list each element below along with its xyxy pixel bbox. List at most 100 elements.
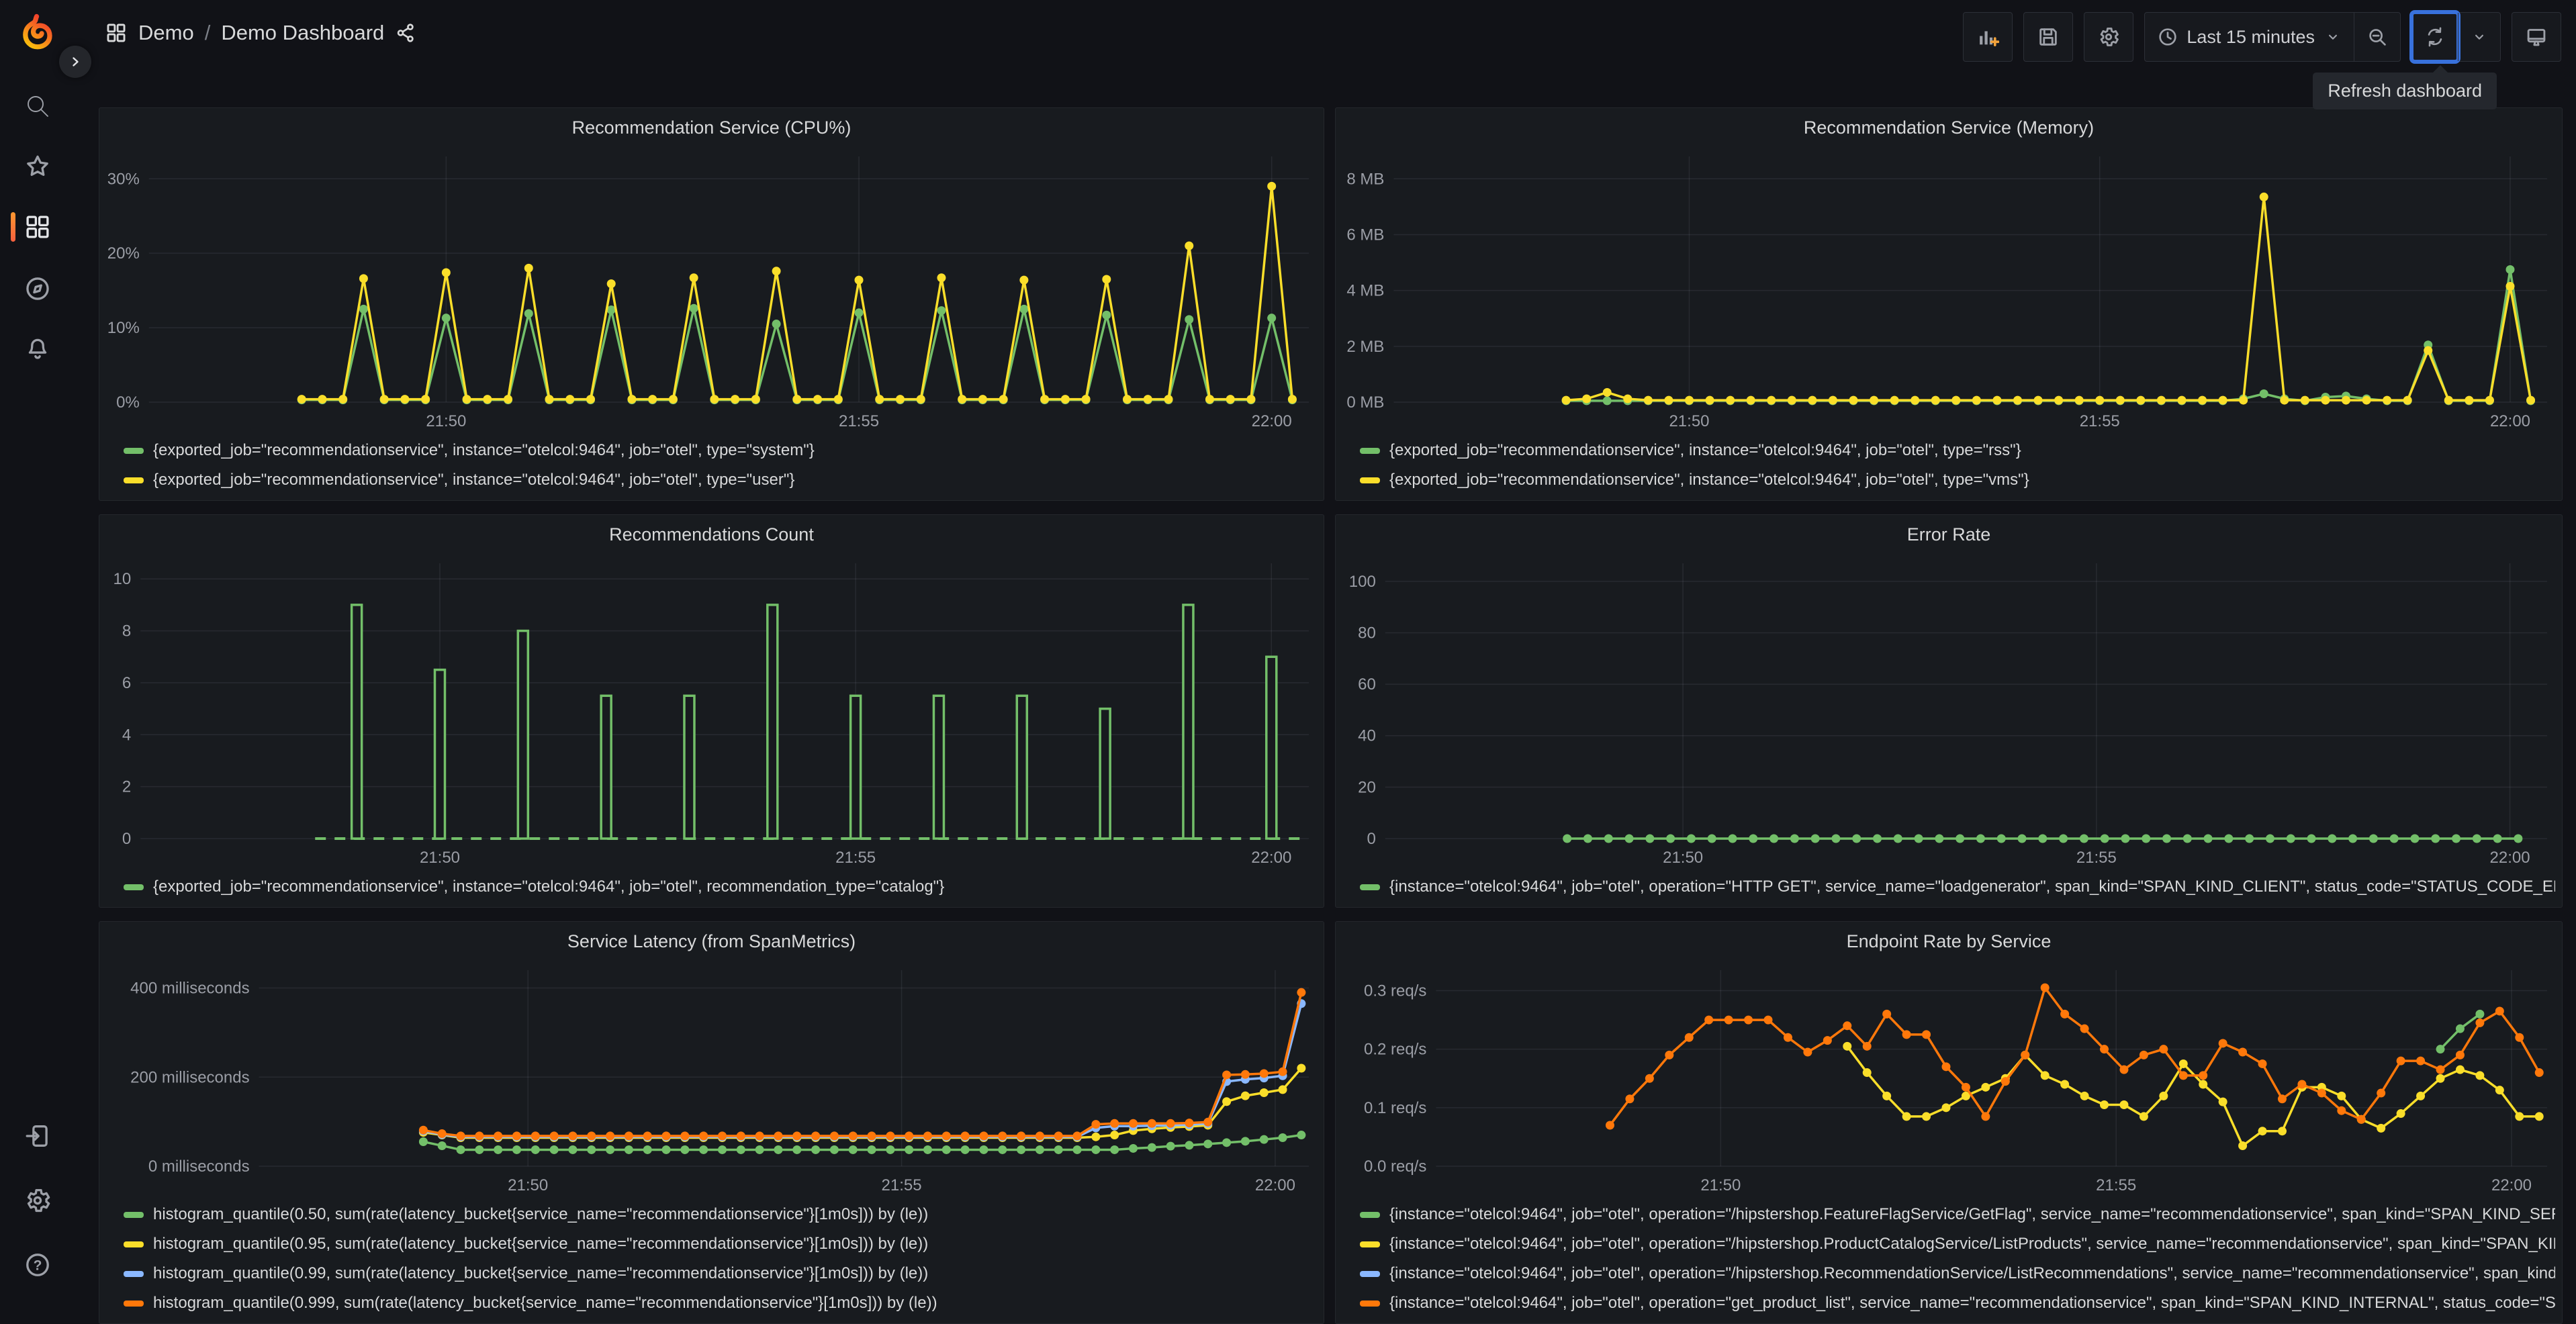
time-series-chart[interactable]: 21:5021:5522:000 milliseconds200 millise… xyxy=(99,961,1324,1198)
panel-endpoint-rate: Endpoint Rate by Service 21:5021:5522:00… xyxy=(1335,921,2563,1324)
legend-label: {exported_job="recommendationservice", i… xyxy=(153,878,944,896)
help-icon: ? xyxy=(24,1251,52,1279)
grafana-logo-icon[interactable] xyxy=(16,12,59,55)
legend-label: {exported_job="recommendationservice", i… xyxy=(153,441,815,460)
sidebar-item-search[interactable] xyxy=(0,82,75,130)
legend-item[interactable]: {exported_job="recommendationservice", i… xyxy=(124,465,1317,495)
legend-label: histogram_quantile(0.95, sum(rate(latenc… xyxy=(153,1235,928,1254)
sidebar-item-alerting[interactable] xyxy=(0,325,75,373)
legend-swatch xyxy=(124,884,144,890)
legend-swatch xyxy=(1360,1301,1380,1307)
svg-text:2: 2 xyxy=(122,778,131,796)
legend-item[interactable]: histogram_quantile(0.999, sum(rate(laten… xyxy=(124,1288,1317,1318)
svg-text:400 milliseconds: 400 milliseconds xyxy=(130,980,249,998)
panel-title[interactable]: Error Rate xyxy=(1336,515,2562,554)
sidebar-item-settings[interactable] xyxy=(0,1176,75,1225)
svg-text:4: 4 xyxy=(122,726,131,744)
refresh-icon xyxy=(2424,26,2446,48)
legend-item[interactable]: {instance="otelcol:9464", job="otel", op… xyxy=(1360,1200,2555,1229)
svg-text:4 MB: 4 MB xyxy=(1346,282,1384,300)
svg-text:22:00: 22:00 xyxy=(1251,849,1291,867)
legend: {exported_job="recommendationservice", i… xyxy=(99,434,1324,500)
chevron-down-icon xyxy=(2324,28,2342,46)
svg-text:0: 0 xyxy=(122,830,131,848)
add-panel-icon xyxy=(1976,26,1999,48)
share-icon[interactable] xyxy=(395,22,416,44)
svg-text:21:55: 21:55 xyxy=(2096,1176,2136,1194)
time-range-picker[interactable]: Last 15 minutes xyxy=(2145,13,2354,61)
svg-text:30%: 30% xyxy=(107,170,140,188)
svg-text:22:00: 22:00 xyxy=(2490,849,2530,867)
svg-text:80: 80 xyxy=(1358,624,1376,642)
legend-swatch xyxy=(1360,477,1380,483)
expand-sidebar-button[interactable] xyxy=(59,46,91,78)
legend-item[interactable]: {exported_job="recommendationservice", i… xyxy=(1360,465,2555,495)
time-series-chart[interactable]: 21:5021:5522:000246810 xyxy=(99,554,1324,871)
time-series-chart[interactable]: 21:5021:5522:000.0 req/s0.1 req/s0.2 req… xyxy=(1336,961,2562,1198)
sidebar-item-starred[interactable] xyxy=(0,142,75,191)
dashboard-settings-button[interactable] xyxy=(2084,12,2133,62)
svg-text:6: 6 xyxy=(122,674,131,692)
time-series-chart[interactable]: 21:5021:5522:00020406080100 xyxy=(1336,554,2562,871)
dashboards-grid-icon xyxy=(24,213,52,241)
sidebar-item-dashboards[interactable] xyxy=(0,203,75,251)
legend-item[interactable]: {instance="otelcol:9464", job="otel", op… xyxy=(1360,1229,2555,1259)
legend: {exported_job="recommendationservice", i… xyxy=(1336,434,2562,500)
legend-item[interactable]: {instance="otelcol:9464", job="otel", op… xyxy=(1360,872,2555,902)
legend-item[interactable]: {exported_job="recommendationservice", i… xyxy=(124,872,1317,902)
add-panel-button[interactable] xyxy=(1963,12,2013,62)
svg-text:0%: 0% xyxy=(116,393,140,412)
breadcrumb-dashboard[interactable]: Demo Dashboard xyxy=(221,21,384,45)
svg-text:200 milliseconds: 200 milliseconds xyxy=(130,1068,249,1086)
legend: {instance="otelcol:9464", job="otel", op… xyxy=(1336,871,2562,907)
svg-text:21:50: 21:50 xyxy=(426,412,466,430)
time-series-chart[interactable]: 21:5021:5522:000 MB2 MB4 MB6 MB8 MB xyxy=(1336,147,2562,434)
svg-text:0.0 req/s: 0.0 req/s xyxy=(1364,1157,1426,1176)
breadcrumb-folder[interactable]: Demo xyxy=(138,21,194,45)
legend-swatch xyxy=(1360,1212,1380,1218)
panel-title[interactable]: Recommendation Service (CPU%) xyxy=(99,108,1324,147)
legend-item[interactable]: {exported_job="recommendationservice", i… xyxy=(1360,436,2555,465)
sidebar-item-explore[interactable] xyxy=(0,265,75,313)
save-dashboard-button[interactable] xyxy=(2023,12,2073,62)
search-icon xyxy=(24,92,52,120)
legend-label: {exported_job="recommendationservice", i… xyxy=(1389,441,2021,460)
alerting-bell-icon xyxy=(24,335,52,363)
legend-item[interactable]: {instance="otelcol:9464", job="otel", op… xyxy=(1360,1259,2555,1288)
sidebar: ? xyxy=(0,0,75,1308)
legend: {instance="otelcol:9464", job="otel", op… xyxy=(1336,1198,2562,1323)
sidebar-item-help[interactable]: ? xyxy=(0,1241,75,1289)
panel-title[interactable]: Recommendations Count xyxy=(99,515,1324,554)
legend-item[interactable]: histogram_quantile(0.99, sum(rate(latenc… xyxy=(124,1259,1317,1288)
legend-item[interactable]: histogram_quantile(0.95, sum(rate(latenc… xyxy=(124,1229,1317,1259)
time-series-chart[interactable]: 21:5021:5522:000%10%20%30% xyxy=(99,147,1324,434)
panel-title[interactable]: Recommendation Service (Memory) xyxy=(1336,108,2562,147)
svg-text:20: 20 xyxy=(1358,778,1376,796)
svg-text:6 MB: 6 MB xyxy=(1346,226,1384,244)
legend-item[interactable]: {instance="otelcol:9464", job="otel", op… xyxy=(1360,1288,2555,1318)
panel-title[interactable]: Service Latency (from SpanMetrics) xyxy=(99,922,1324,961)
svg-text:0: 0 xyxy=(1367,830,1375,848)
refresh-dashboard-button[interactable] xyxy=(2412,13,2458,61)
legend-swatch xyxy=(124,1212,144,1218)
panel-service-latency: Service Latency (from SpanMetrics) 21:50… xyxy=(99,921,1324,1324)
breadcrumb: Demo / Demo Dashboard xyxy=(105,21,416,45)
svg-text:2 MB: 2 MB xyxy=(1346,338,1384,356)
panel-title[interactable]: Endpoint Rate by Service xyxy=(1336,922,2562,961)
legend-item[interactable]: {exported_job="recommendationservice", i… xyxy=(124,436,1317,465)
svg-text:21:50: 21:50 xyxy=(420,849,460,867)
sidebar-item-sign-in[interactable] xyxy=(0,1112,75,1160)
zoom-out-button[interactable] xyxy=(2354,13,2400,61)
time-picker-group: Last 15 minutes xyxy=(2144,12,2401,62)
svg-text:?: ? xyxy=(34,1258,42,1273)
svg-text:22:00: 22:00 xyxy=(2490,412,2530,430)
svg-text:0.1 req/s: 0.1 req/s xyxy=(1364,1099,1426,1117)
legend-item[interactable]: histogram_quantile(0.50, sum(rate(latenc… xyxy=(124,1200,1317,1229)
apps-grid-icon xyxy=(105,21,128,44)
svg-text:0 MB: 0 MB xyxy=(1346,393,1384,412)
kiosk-mode-button[interactable] xyxy=(2512,12,2561,62)
svg-text:10%: 10% xyxy=(107,319,140,337)
legend-swatch xyxy=(124,1271,144,1277)
legend-label: {exported_job="recommendationservice", i… xyxy=(153,471,794,489)
refresh-interval-dropdown[interactable] xyxy=(2458,13,2500,61)
